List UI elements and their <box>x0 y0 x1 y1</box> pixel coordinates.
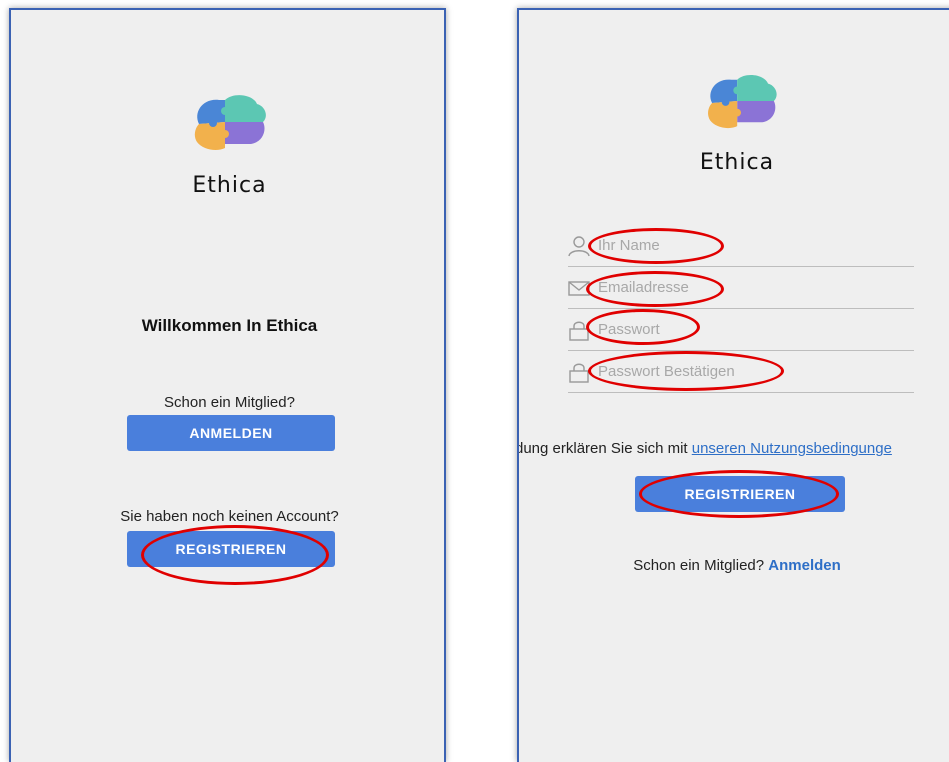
confirm-password-placeholder: Passwort Bestätigen <box>598 363 735 380</box>
member-question: Schon ein Mitglied? <box>164 394 295 411</box>
brand-name: Ethica <box>192 173 267 198</box>
login-link[interactable]: Anmelden <box>768 557 841 574</box>
brain-puzzle-logo-icon <box>194 95 266 150</box>
terms-link[interactable]: unseren Nutzungsbedingunge <box>692 440 892 457</box>
welcome-screen: Ethica Willkommen In Ethica Schon ein Mi… <box>9 8 446 762</box>
terms-notice: dung erklären Sie sich mit unseren Nutzu… <box>517 440 892 457</box>
name-field[interactable]: Ihr Name <box>568 231 914 267</box>
brand-name: Ethica <box>699 150 775 175</box>
confirm-password-field[interactable]: Passwort Bestätigen <box>568 357 914 393</box>
name-placeholder: Ihr Name <box>598 237 660 254</box>
email-placeholder: Emailadresse <box>598 279 689 296</box>
signin-prompt: Schon ein Mitglied? Anmelden <box>519 557 949 574</box>
no-account-question: Sie haben noch keinen Account? <box>120 508 339 525</box>
member-question: Schon ein Mitglied? <box>633 557 765 574</box>
lock-icon <box>569 321 589 341</box>
user-icon <box>568 236 590 257</box>
password-field[interactable]: Passwort <box>568 315 914 351</box>
brain-puzzle-logo-icon <box>708 75 777 129</box>
register-button[interactable]: REGISTRIEREN <box>635 476 845 512</box>
terms-prefix: dung erklären Sie sich mit <box>517 440 692 457</box>
welcome-heading: Willkommen In Ethica <box>141 316 318 335</box>
login-button[interactable]: ANMELDEN <box>127 415 335 451</box>
password-placeholder: Passwort <box>598 321 660 338</box>
mail-icon <box>568 281 590 296</box>
lock-icon <box>569 363 589 383</box>
register-button[interactable]: REGISTRIEREN <box>127 531 335 567</box>
email-field[interactable]: Emailadresse <box>568 273 914 309</box>
registration-screen: Ethica Ihr Name Emailadresse Passwort Pa… <box>517 8 949 762</box>
